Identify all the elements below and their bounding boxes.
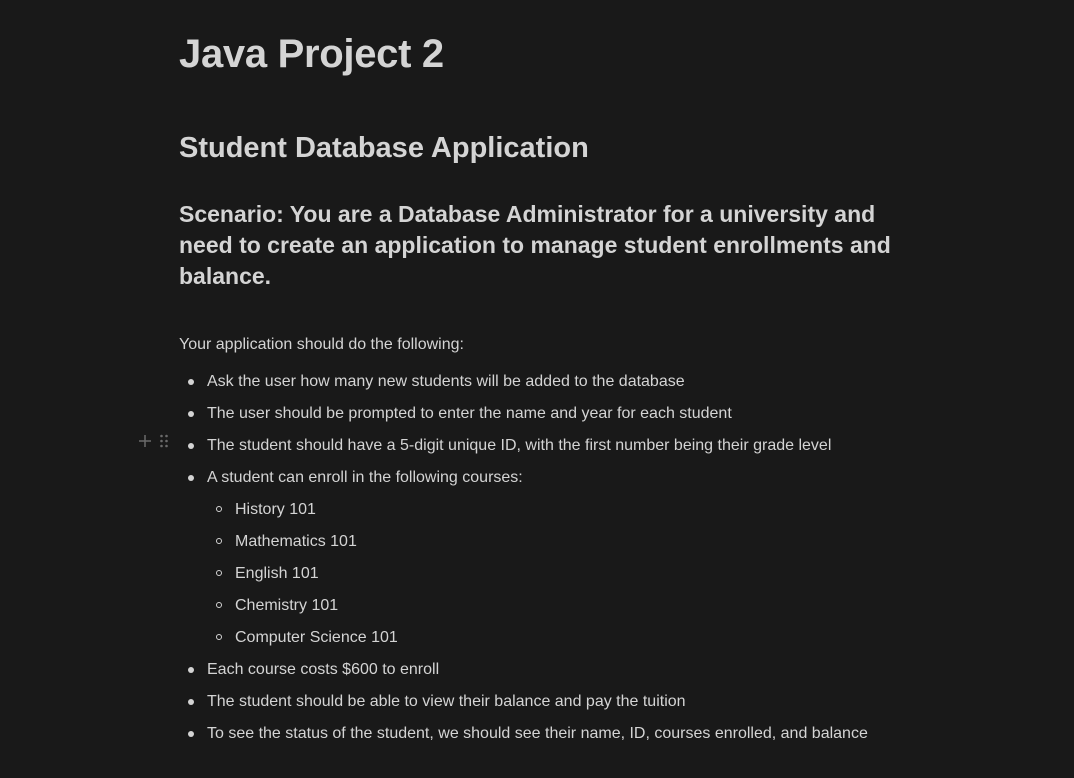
list-item-text: The student should have a 5-digit unique… <box>207 437 832 454</box>
bullet-icon <box>188 475 194 481</box>
bullet-icon <box>188 699 194 705</box>
course-item[interactable]: History 101 <box>207 494 939 526</box>
list-item-text: Each course costs $600 to enroll <box>207 661 440 678</box>
drag-handle-icon[interactable] <box>159 434 169 448</box>
circle-bullet-icon <box>216 506 222 512</box>
list-item[interactable]: Ask the user how many new students will … <box>179 366 939 398</box>
course-name: Mathematics 101 <box>235 533 357 550</box>
list-item[interactable]: A student can enroll in the following co… <box>179 462 939 654</box>
circle-bullet-icon <box>216 602 222 608</box>
course-item[interactable]: Mathematics 101 <box>207 526 939 558</box>
list-item[interactable]: The student should have a 5-digit unique… <box>179 430 939 462</box>
heading-student-database[interactable]: Student Database Application <box>179 130 589 166</box>
course-name: History 101 <box>235 501 316 518</box>
bullet-icon <box>188 411 194 417</box>
bullet-icon <box>188 731 194 737</box>
intro-text[interactable]: Your application should do the following… <box>179 334 464 356</box>
course-item[interactable]: English 101 <box>207 558 939 590</box>
list-item[interactable]: The user should be prompted to enter the… <box>179 398 939 430</box>
list-item[interactable]: The student should be able to view their… <box>179 686 939 718</box>
course-item[interactable]: Chemistry 101 <box>207 590 939 622</box>
bullet-icon <box>188 667 194 673</box>
bullet-icon <box>188 379 194 385</box>
list-item[interactable]: To see the status of the student, we sho… <box>179 718 939 750</box>
course-name: Chemistry 101 <box>235 597 339 614</box>
course-item[interactable]: Computer Science 101 <box>207 622 939 654</box>
heading-scenario[interactable]: Scenario: You are a Database Administrat… <box>179 199 899 292</box>
list-item-text: The user should be prompted to enter the… <box>207 405 732 422</box>
requirements-list: Ask the user how many new students will … <box>179 366 939 750</box>
list-item-text: To see the status of the student, we sho… <box>207 725 868 742</box>
list-item-text: The student should be able to view their… <box>207 693 686 710</box>
list-item-text: A student can enroll in the following co… <box>207 469 523 486</box>
plus-icon[interactable] <box>137 433 153 449</box>
circle-bullet-icon <box>216 538 222 544</box>
block-controls <box>137 433 173 449</box>
circle-bullet-icon <box>216 570 222 576</box>
course-name: English 101 <box>235 565 319 582</box>
notion-page: Java Project 2 Student Database Applicat… <box>0 0 1074 778</box>
list-item-text: Ask the user how many new students will … <box>207 373 685 390</box>
list-item[interactable]: Each course costs $600 to enroll <box>179 654 939 686</box>
page-title[interactable]: Java Project 2 <box>179 30 444 78</box>
courses-list: History 101 Mathematics 101 English 101 … <box>207 494 939 654</box>
bullet-icon <box>188 443 194 449</box>
course-name: Computer Science 101 <box>235 629 398 646</box>
circle-bullet-icon <box>216 634 222 640</box>
